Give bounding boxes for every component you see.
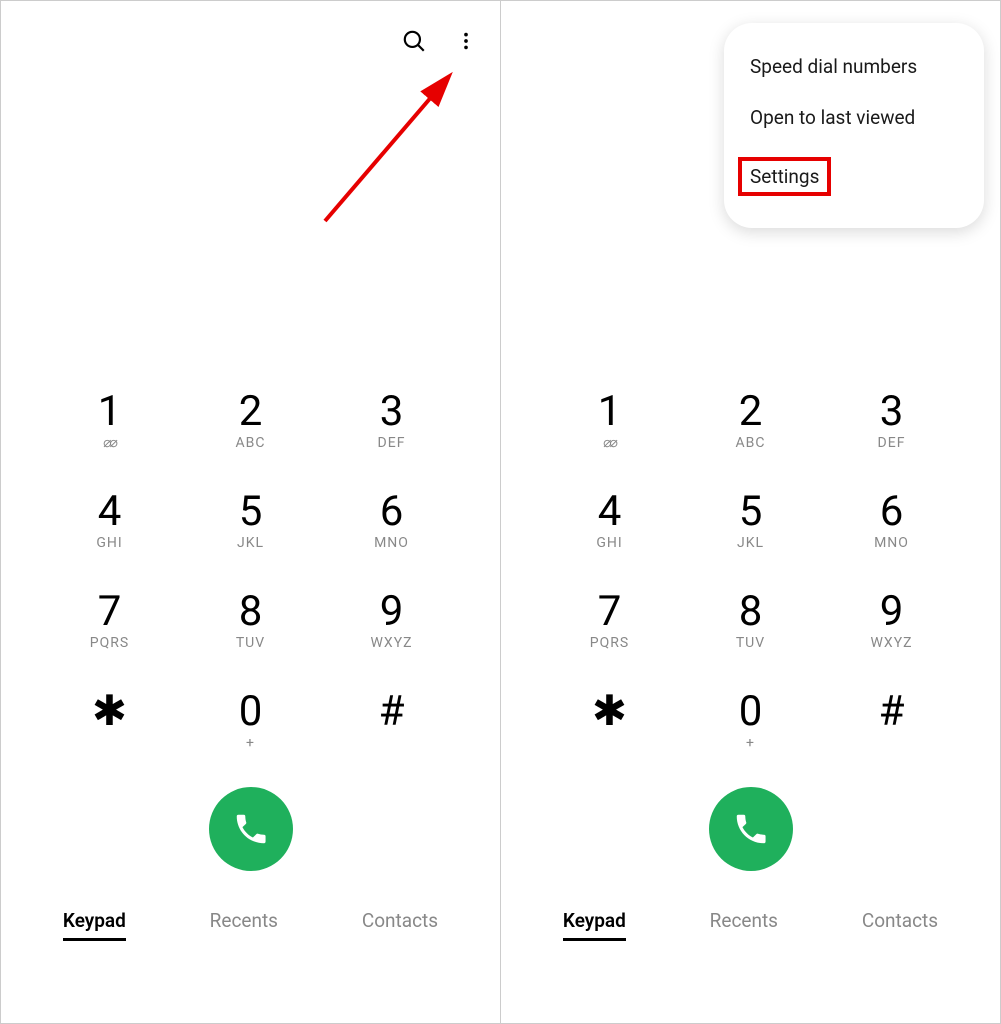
key-1[interactable]: 1⌀⌀ <box>539 391 680 453</box>
key-6[interactable]: 6MNO <box>821 491 962 553</box>
key-3[interactable]: 3DEF <box>321 391 462 453</box>
menu-speed-dial[interactable]: Speed dial numbers <box>724 41 984 92</box>
key-9[interactable]: 9WXYZ <box>821 591 962 653</box>
key-6[interactable]: 6MNO <box>321 491 462 553</box>
tab-recents[interactable]: Recents <box>710 909 778 941</box>
more-options-icon[interactable] <box>452 27 480 55</box>
tab-keypad[interactable]: Keypad <box>563 909 626 941</box>
key-0[interactable]: 0+ <box>180 691 321 753</box>
top-area: Speed dial numbers Open to last viewed S… <box>501 1 1000 391</box>
call-button[interactable] <box>709 787 793 871</box>
phone-icon <box>732 810 770 848</box>
key-2[interactable]: 2ABC <box>680 391 821 453</box>
key-8[interactable]: 8TUV <box>680 591 821 653</box>
menu-settings[interactable]: Settings <box>724 143 984 210</box>
key-1[interactable]: 1⌀⌀ <box>39 391 180 453</box>
key-5[interactable]: 5JKL <box>180 491 321 553</box>
bottom-tabs: Keypad Recents Contacts <box>1 909 500 965</box>
top-actions <box>400 27 480 55</box>
annotation-arrow <box>315 71 465 231</box>
bottom-tabs: Keypad Recents Contacts <box>501 909 1000 965</box>
phone-screen-right: Speed dial numbers Open to last viewed S… <box>501 1 1000 1023</box>
menu-open-last-viewed[interactable]: Open to last viewed <box>724 92 984 143</box>
key-5[interactable]: 5JKL <box>680 491 821 553</box>
overflow-menu: Speed dial numbers Open to last viewed S… <box>724 23 984 228</box>
key-4[interactable]: 4GHI <box>39 491 180 553</box>
key-7[interactable]: 7PQRS <box>539 591 680 653</box>
key-2[interactable]: 2ABC <box>180 391 321 453</box>
tab-contacts[interactable]: Contacts <box>862 909 938 941</box>
tab-keypad[interactable]: Keypad <box>63 909 126 941</box>
key-4[interactable]: 4GHI <box>539 491 680 553</box>
key-hash[interactable]: # <box>321 691 462 753</box>
top-area <box>1 1 500 391</box>
tab-recents[interactable]: Recents <box>210 909 278 941</box>
key-8[interactable]: 8TUV <box>180 591 321 653</box>
dial-keypad: 1⌀⌀ 2ABC 3DEF 4GHI 5JKL 6MNO 7PQRS 8TUV … <box>1 391 500 753</box>
key-hash[interactable]: # <box>821 691 962 753</box>
key-star[interactable]: ✱ <box>39 691 180 753</box>
key-7[interactable]: 7PQRS <box>39 591 180 653</box>
key-star[interactable]: ✱ <box>539 691 680 753</box>
key-9[interactable]: 9WXYZ <box>321 591 462 653</box>
search-icon[interactable] <box>400 27 428 55</box>
voicemail-icon: ⌀⌀ <box>603 435 616 451</box>
tab-contacts[interactable]: Contacts <box>362 909 438 941</box>
call-button[interactable] <box>209 787 293 871</box>
screenshot-pair: 1⌀⌀ 2ABC 3DEF 4GHI 5JKL 6MNO 7PQRS 8TUV … <box>0 0 1001 1024</box>
key-3[interactable]: 3DEF <box>821 391 962 453</box>
phone-screen-left: 1⌀⌀ 2ABC 3DEF 4GHI 5JKL 6MNO 7PQRS 8TUV … <box>1 1 501 1023</box>
phone-icon <box>232 810 270 848</box>
voicemail-icon: ⌀⌀ <box>103 435 116 451</box>
call-row <box>1 787 500 871</box>
key-0[interactable]: 0+ <box>680 691 821 753</box>
annotation-highlight: Settings <box>738 157 831 196</box>
dial-keypad: 1⌀⌀ 2ABC 3DEF 4GHI 5JKL 6MNO 7PQRS 8TUV … <box>501 391 1000 753</box>
call-row <box>501 787 1000 871</box>
